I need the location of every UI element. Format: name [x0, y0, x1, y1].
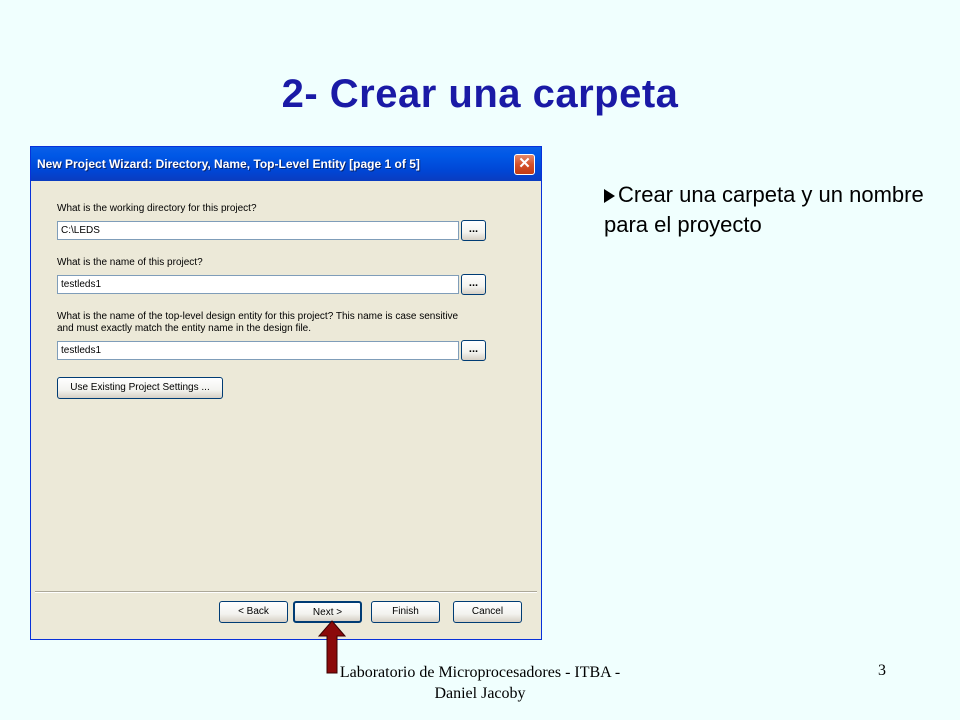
working-directory-browse-button[interactable]: ... [461, 220, 486, 241]
bullet-text: Crear una carpeta y un nombre para el pr… [604, 182, 924, 237]
slide-title: 2- Crear una carpeta [281, 72, 679, 116]
top-level-entity-input[interactable]: testleds1 [57, 341, 459, 360]
working-directory-label: What is the working directory for this p… [57, 203, 257, 214]
top-level-entity-browse-button[interactable]: ... [461, 340, 486, 361]
new-project-wizard-dialog: New Project Wizard: Directory, Name, Top… [30, 146, 542, 640]
bullet-arrow-icon [604, 189, 615, 203]
project-name-browse-button[interactable]: ... [461, 274, 486, 295]
close-icon[interactable]: ✕ [514, 154, 535, 175]
project-name-label: What is the name of this project? [57, 257, 203, 268]
project-name-input[interactable]: testleds1 [57, 275, 459, 294]
dialog-title: New Project Wizard: Directory, Name, Top… [37, 157, 420, 171]
cancel-button[interactable]: Cancel [453, 601, 522, 623]
back-button[interactable]: < Back [219, 601, 288, 623]
footer-separator [35, 591, 537, 593]
slide-footer: Laboratorio de Microprocesadores - ITBA … [339, 664, 621, 702]
finish-button[interactable]: Finish [371, 601, 440, 623]
dialog-body: What is the working directory for this p… [35, 181, 537, 635]
dialog-titlebar[interactable]: New Project Wizard: Directory, Name, Top… [31, 147, 541, 181]
use-existing-settings-button[interactable]: Use Existing Project Settings ... [57, 377, 223, 399]
top-level-entity-label-line1: What is the name of the top-level design… [57, 311, 459, 322]
bullet-point: Crear una carpeta y un nombre para el pr… [604, 180, 934, 240]
top-level-entity-label-line2: and must exactly match the entity name i… [57, 323, 312, 334]
slide-page-number: 3 [878, 662, 886, 679]
working-directory-input[interactable]: C:\LEDS [57, 221, 459, 240]
